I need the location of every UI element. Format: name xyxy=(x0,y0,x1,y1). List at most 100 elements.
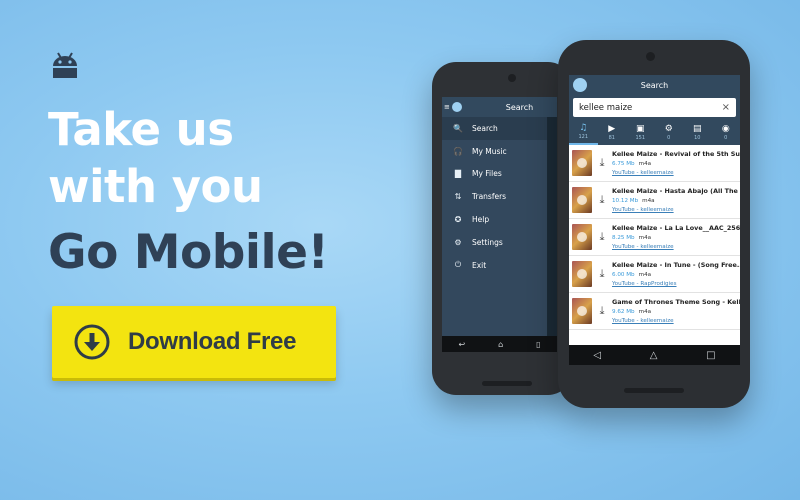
result-title: Kellee Maize - La La Love__AAC_256k... xyxy=(612,224,740,232)
tab-torrents[interactable]: ◉ 0 xyxy=(712,119,741,145)
video-thumbnail[interactable] xyxy=(572,261,592,287)
drawer-item-my-music[interactable]: 🎧 My Music xyxy=(442,140,547,163)
back-nav-icon[interactable]: ◁ xyxy=(593,350,601,361)
drawer-item-transfers[interactable]: ⇅ Transfers xyxy=(442,185,547,208)
drawer-item-label: My Files xyxy=(472,169,502,179)
settings-icon: ⚙ xyxy=(454,237,462,247)
headphones-icon: 🎧 xyxy=(453,146,463,156)
result-source-link[interactable]: YouTube - kelleemaize xyxy=(612,170,740,176)
back-nav-bar: ↩ ⌂ ▯ xyxy=(442,336,557,352)
drawer-item-label: Help xyxy=(472,215,490,225)
drawer-item-my-files[interactable]: ▇ My Files xyxy=(442,163,547,186)
android-icon xyxy=(53,52,77,78)
drawer-item-label: Transfers xyxy=(472,192,507,202)
speaker-grille xyxy=(482,381,532,386)
front-nav-bar: ◁ △ □ xyxy=(569,345,740,365)
video-thumbnail[interactable] xyxy=(572,187,592,213)
result-row[interactable]: ⤓ Kellee Maize - Hasta Abajo (All The T.… xyxy=(569,182,740,219)
drawer-item-label: My Music xyxy=(472,146,507,156)
image-icon: ▣ xyxy=(635,123,645,134)
transfer-icon: ⇅ xyxy=(454,192,462,202)
drawer-item-search[interactable]: 🔍 Search xyxy=(442,117,547,140)
result-title: Kellee Maize - In Tune - (Song Free... xyxy=(612,261,740,269)
video-thumbnail[interactable] xyxy=(572,224,592,250)
search-area: kellee maize × xyxy=(569,95,740,119)
tab-documents[interactable]: ▤ 10 xyxy=(683,119,712,145)
navigation-drawer: 🔍 Search 🎧 My Music ▇ My Files ⇅ Transfe… xyxy=(442,117,547,336)
result-ext: m4a xyxy=(638,272,652,278)
download-icon[interactable]: ⤓ xyxy=(592,267,612,281)
front-camera xyxy=(646,52,655,61)
tab-count: 151 xyxy=(635,134,646,141)
clear-icon[interactable]: × xyxy=(722,102,730,113)
download-free-label: Download Free xyxy=(128,328,297,355)
result-row[interactable]: ⤓ Kellee Maize - In Tune - (Song Free...… xyxy=(569,256,740,293)
download-free-button[interactable]: Download Free xyxy=(52,306,336,378)
tab-images[interactable]: ▣ 151 xyxy=(626,119,655,145)
front-app-title: Search xyxy=(640,80,669,90)
app-logo xyxy=(451,102,462,112)
power-icon: ⏻ xyxy=(454,260,462,270)
back-app-title: Search xyxy=(505,102,534,112)
download-icon[interactable]: ⤓ xyxy=(592,156,612,170)
search-results-list: ⤓ Kellee Maize - Revival of the 5th Su..… xyxy=(569,145,740,330)
tab-audio[interactable]: ♫ 121 xyxy=(569,119,598,145)
result-row[interactable]: ⤓ Kellee Maize - Revival of the 5th Su..… xyxy=(569,145,740,182)
drawer-item-settings[interactable]: ⚙ Settings xyxy=(442,231,547,254)
search-input[interactable]: kellee maize × xyxy=(573,98,736,117)
tab-count: 0 xyxy=(724,134,728,141)
home-nav-icon[interactable]: △ xyxy=(650,350,658,361)
drawer-item-label: Settings xyxy=(472,237,503,247)
video-icon: ▶ xyxy=(608,123,616,134)
result-row[interactable]: ⤓ Kellee Maize - La La Love__AAC_256k...… xyxy=(569,219,740,256)
video-thumbnail[interactable] xyxy=(572,298,592,324)
download-icon[interactable]: ⤓ xyxy=(592,230,612,244)
back-phone-screen: ≡ Search 🔍 Search 🎧 My Music ▇ My Files … xyxy=(442,97,557,352)
music-icon: ♫ xyxy=(579,122,588,133)
result-source-link[interactable]: YouTube - kelleemaize xyxy=(612,207,740,213)
tab-count: 121 xyxy=(578,133,589,140)
result-size: 6.00 Mb xyxy=(612,272,635,278)
hamburger-icon[interactable]: ≡ xyxy=(444,103,450,111)
result-source-link[interactable]: YouTube - RapProdigies xyxy=(612,281,740,287)
back-app-bar: ≡ Search xyxy=(442,97,557,117)
speaker-grille xyxy=(624,388,684,393)
drawer-item-help[interactable]: ✪ Help xyxy=(442,208,547,231)
drawer-item-exit[interactable]: ⏻ Exit xyxy=(442,254,547,277)
download-icon[interactable]: ⤓ xyxy=(592,304,612,318)
result-source-link[interactable]: YouTube - kelleemaize xyxy=(612,244,740,250)
result-title: Game of Thrones Theme Song - Kell... xyxy=(612,298,740,306)
tab-video[interactable]: ▶ 81 xyxy=(598,119,627,145)
tab-applications[interactable]: ⚙ 0 xyxy=(655,119,684,145)
result-ext: m4a xyxy=(638,161,652,167)
front-app-bar: Search xyxy=(569,75,740,95)
tab-count: 10 xyxy=(694,134,701,141)
result-size: 6.75 Mb xyxy=(612,161,635,167)
drawer-scrim[interactable] xyxy=(547,117,557,336)
headline-go-mobile: Go Mobile! xyxy=(48,225,329,280)
result-ext: m4a xyxy=(638,309,652,315)
search-query: kellee maize xyxy=(579,102,633,113)
drawer-item-label: Exit xyxy=(472,260,487,270)
download-icon[interactable]: ⤓ xyxy=(592,193,612,207)
tab-count: 0 xyxy=(667,134,671,141)
result-size: 8.25 Mb xyxy=(612,235,635,241)
result-size: 9.62 Mb xyxy=(612,309,635,315)
home-nav-icon[interactable]: ⌂ xyxy=(498,340,503,349)
result-row[interactable]: ⤓ Game of Thrones Theme Song - Kell... 9… xyxy=(569,293,740,330)
recents-nav-icon[interactable]: ▯ xyxy=(536,340,540,349)
drawer-item-label: Search xyxy=(472,123,498,133)
result-ext: m4a xyxy=(642,198,655,204)
headline-line-2: with you xyxy=(48,160,263,213)
folder-icon: ▇ xyxy=(454,169,462,179)
download-circle-icon xyxy=(74,324,110,360)
help-icon: ✪ xyxy=(454,215,462,225)
video-thumbnail[interactable] xyxy=(572,150,592,176)
result-source-link[interactable]: YouTube - kelleemaize xyxy=(612,318,740,324)
document-icon: ▤ xyxy=(692,123,702,134)
front-phone-screen: Search kellee maize × ♫ 121 ▶ 81 ▣ 151 ⚙… xyxy=(569,75,740,365)
back-nav-icon[interactable]: ↩ xyxy=(458,340,465,349)
gear-icon: ⚙ xyxy=(664,123,673,134)
apk-icon: ◉ xyxy=(721,123,730,134)
recents-nav-icon[interactable]: □ xyxy=(706,350,715,361)
